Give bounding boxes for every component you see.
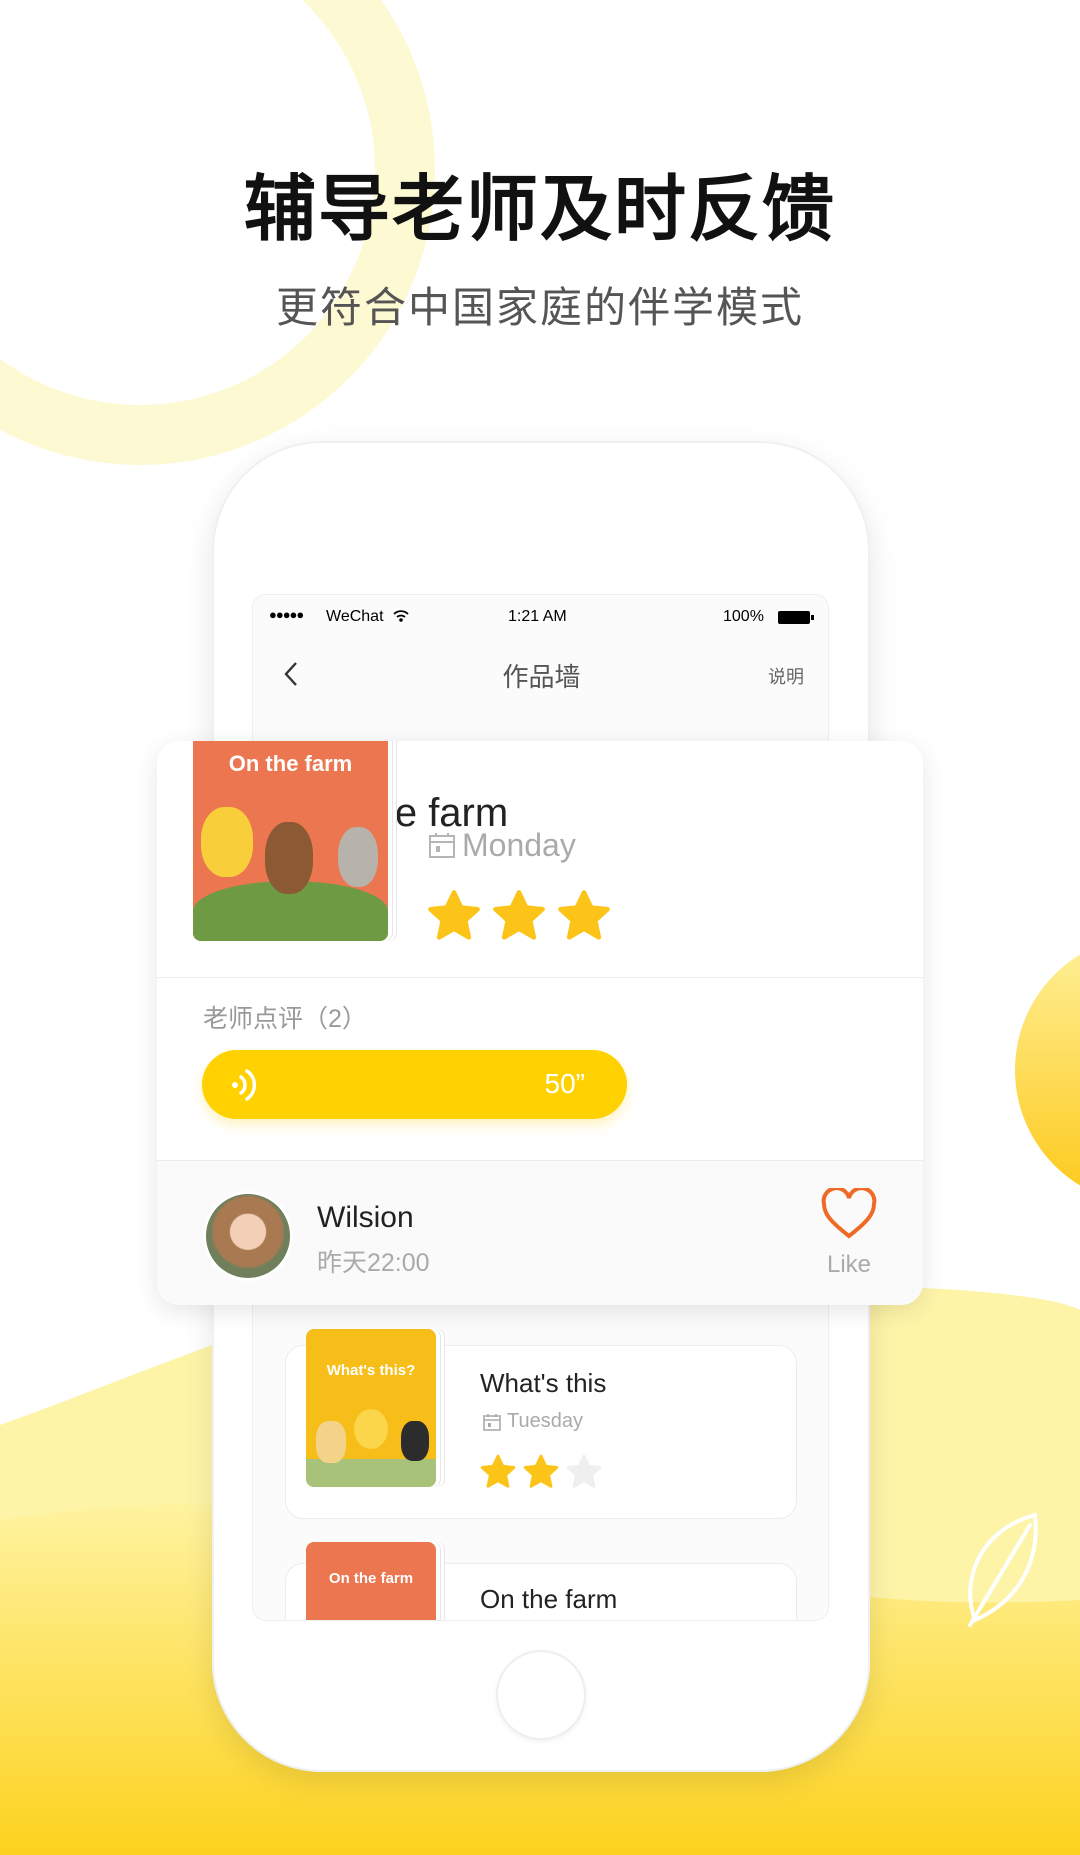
home-button[interactable] [496, 1650, 586, 1740]
wifi-icon [393, 610, 409, 622]
rating-stars [480, 1454, 610, 1495]
book-cover: On the farm [306, 1542, 436, 1620]
list-item-title: What's this [480, 1368, 607, 1398]
book-cover: On the farm [193, 741, 388, 941]
user-name: Wilsion [317, 1201, 414, 1234]
voice-duration: 50” [544, 1068, 585, 1099]
carrier: WeChat [326, 608, 384, 625]
nav-title: 作品墙 [502, 662, 581, 692]
like-label[interactable]: Like [819, 1251, 879, 1279]
post-time: 昨天22:00 [317, 1249, 430, 1277]
status-bar: ●●●●● WeChat 1:21 AM 100% [253, 595, 828, 639]
star-empty-icon [567, 1454, 602, 1488]
work-day: Monday [462, 827, 576, 863]
rating-stars [427, 889, 621, 948]
battery-icon [778, 611, 810, 624]
star-filled-icon [428, 890, 480, 940]
list-item-day: Tuesday [507, 1410, 583, 1432]
divider [157, 977, 923, 978]
page-subheadline: 更符合中国家庭的伴学模式 [275, 283, 804, 332]
signal-icon: ●●●●● [269, 607, 304, 622]
nav-bar: 作品墙 说明 [253, 639, 828, 709]
voice-comment-player[interactable]: 50” [202, 1050, 627, 1119]
heart-icon[interactable] [821, 1188, 877, 1240]
featured-work-card[interactable]: On the farm Monday 老师点评（2） 50” Wilsion 昨… [157, 741, 923, 1305]
teacher-comments-label: 老师点评（2） [203, 1005, 367, 1033]
star-filled-icon [492, 890, 545, 940]
list-item[interactable]: What's this? What's this Tuesday [285, 1329, 797, 1519]
star-filled-icon [523, 1454, 559, 1488]
clock: 1:21 AM [508, 608, 567, 625]
book-cover: What's this? [306, 1329, 436, 1487]
calendar-icon [429, 833, 455, 858]
avatar[interactable] [203, 1191, 293, 1281]
star-filled-icon [480, 1454, 516, 1488]
help-link[interactable]: 说明 [768, 663, 804, 689]
calendar-icon [483, 1414, 501, 1431]
list-item-title: On the farm [480, 1584, 618, 1614]
circle-decoration [1015, 954, 1080, 1186]
list-item[interactable]: On the farm On the farm [285, 1542, 797, 1620]
page-headline: 辅导老师及时反馈 [243, 167, 836, 251]
battery-percent: 100% [723, 608, 764, 625]
star-filled-icon [557, 890, 610, 940]
voice-icon [232, 1069, 257, 1101]
